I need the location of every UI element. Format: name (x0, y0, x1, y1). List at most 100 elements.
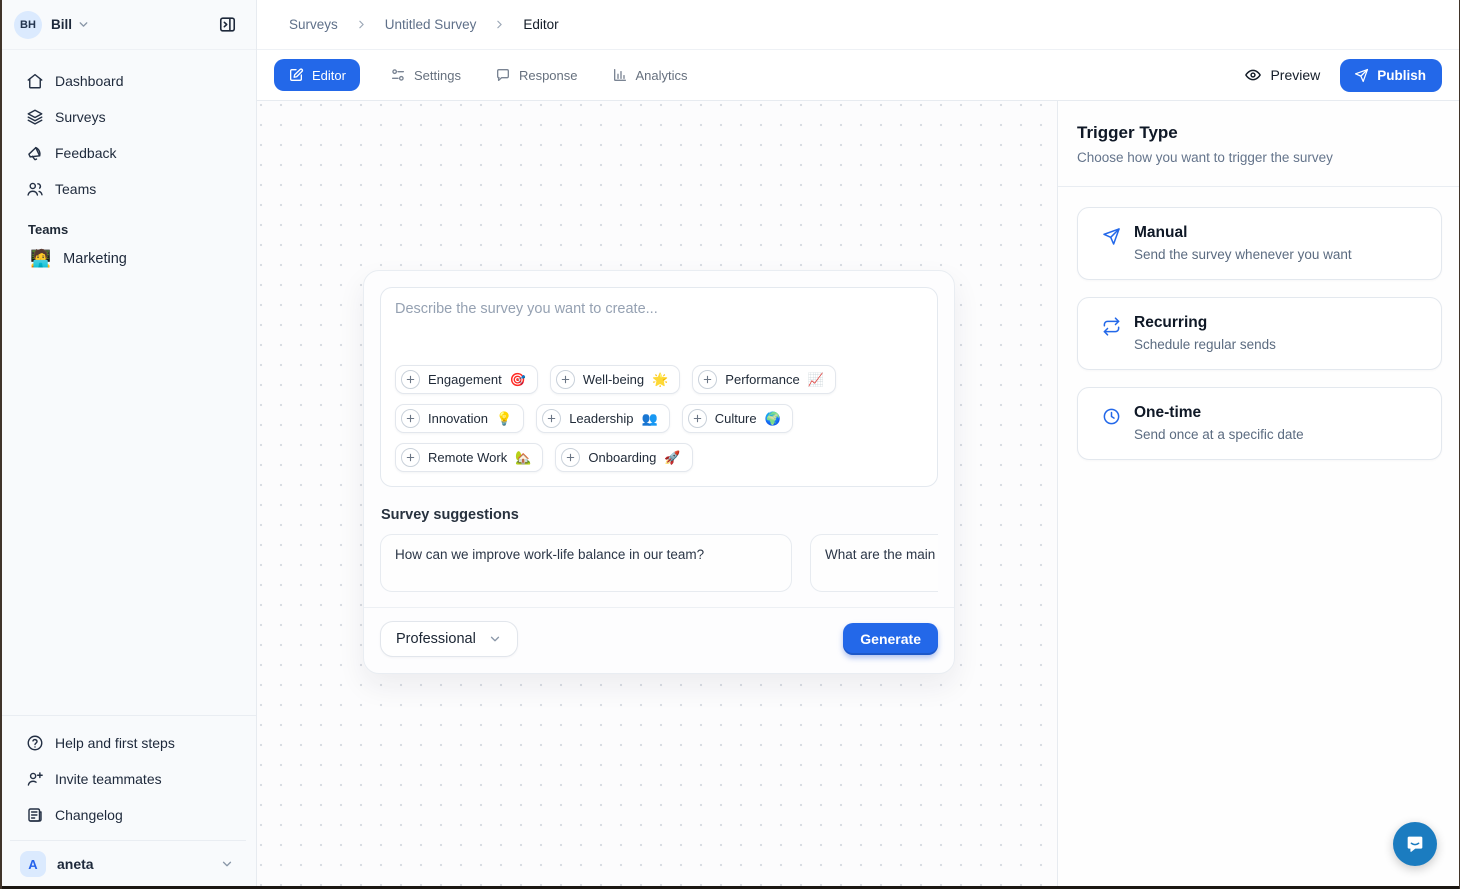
trigger-option-description: Send the survey whenever you want (1134, 247, 1352, 262)
trigger-option-one-time[interactable]: One-time Send once at a specific date (1077, 387, 1442, 460)
plus-circle-icon (401, 370, 420, 389)
tab-analytics[interactable]: Analytics (610, 59, 690, 91)
publish-button[interactable]: Publish (1340, 59, 1442, 92)
topic-chip-culture[interactable]: Culture 🌍 (682, 404, 793, 433)
eye-icon (1244, 66, 1262, 84)
topic-chip-list: Engagement 🎯 Well-being 🌟 Performance 📈 … (381, 365, 937, 486)
chevron-down-icon (77, 18, 90, 31)
sidebar-item-invite[interactable]: Invite teammates (10, 762, 246, 796)
publish-label: Publish (1377, 68, 1426, 83)
topic-chip-innovation[interactable]: Innovation 💡 (395, 404, 524, 433)
trigger-option-title: One-time (1134, 404, 1304, 422)
home-icon (26, 72, 44, 90)
trigger-option-title: Recurring (1134, 314, 1276, 332)
account-menu[interactable]: A aneta (10, 840, 246, 889)
sidebar-collapse-button[interactable] (210, 8, 244, 42)
topic-chip-performance[interactable]: Performance 📈 (692, 365, 836, 394)
editor-canvas[interactable]: Engagement 🎯 Well-being 🌟 Performance 📈 … (257, 101, 1057, 889)
trigger-option-text: Manual Send the survey whenever you want (1134, 224, 1352, 262)
account-name: aneta (57, 856, 94, 872)
trigger-option-description: Send once at a specific date (1134, 427, 1304, 442)
sidebar-item-label: Teams (55, 181, 96, 197)
megaphone-icon (26, 144, 44, 162)
repeat-icon (1102, 317, 1121, 352)
sidebar-item-dashboard[interactable]: Dashboard (10, 64, 246, 98)
panel-collapse-icon (218, 15, 237, 34)
topic-chip-engagement[interactable]: Engagement 🎯 (395, 365, 538, 394)
workspace-switcher[interactable]: BH Bill (0, 0, 256, 50)
users-icon (26, 180, 44, 198)
chevron-down-icon (488, 632, 502, 646)
breadcrumb-surveys[interactable]: Surveys (289, 17, 338, 32)
topic-label: Innovation (428, 411, 488, 426)
user-plus-icon (26, 770, 44, 788)
preview-label: Preview (1270, 67, 1320, 83)
breadcrumb-untitled-survey[interactable]: Untitled Survey (385, 17, 477, 32)
topic-emoji: 🌟 (652, 372, 668, 388)
sidebar-item-changelog[interactable]: Changelog (10, 798, 246, 832)
survey-composer-card: Engagement 🎯 Well-being 🌟 Performance 📈 … (363, 270, 955, 674)
plus-circle-icon (688, 409, 707, 428)
topic-chip-leadership[interactable]: Leadership 👥 (536, 404, 670, 433)
topic-label: Onboarding (588, 450, 656, 465)
send-icon (1354, 68, 1369, 83)
topic-chip-remote-work[interactable]: Remote Work 🏡 (395, 443, 543, 472)
sidebar-footer: Help and first steps Invite teammates Ch… (0, 715, 256, 889)
topic-chip-well-being[interactable]: Well-being 🌟 (550, 365, 680, 394)
sidebar-item-surveys[interactable]: Surveys (10, 100, 246, 134)
tab-response[interactable]: Response (493, 59, 580, 91)
plus-circle-icon (561, 448, 580, 467)
sidebar-item-feedback[interactable]: Feedback (10, 136, 246, 170)
chat-smile-icon (1404, 833, 1426, 855)
sidebar-item-label: Surveys (55, 109, 106, 125)
sidebar-item-label: Help and first steps (55, 735, 175, 751)
breadcrumb: Surveys Untitled Survey Editor (289, 17, 559, 32)
topic-label: Well-being (583, 372, 644, 387)
plus-circle-icon (401, 409, 420, 428)
send-icon (1102, 227, 1121, 262)
editor-toolbar: Editor Settings Response Analytics Previ… (257, 50, 1460, 101)
survey-prompt-input[interactable] (381, 288, 937, 365)
sidebar: BH Bill Dashboard Surveys F (0, 0, 257, 889)
bar-chart-icon (612, 67, 628, 83)
layers-icon (26, 108, 44, 126)
topic-emoji: 🏡 (515, 450, 531, 466)
suggestion-card[interactable]: What are the main ob (810, 534, 938, 592)
chevron-right-icon (493, 18, 506, 31)
trigger-options: Manual Send the survey whenever you want… (1058, 187, 1460, 460)
panel-subtitle: Choose how you want to trigger the surve… (1077, 150, 1440, 165)
chat-bubble-icon (495, 67, 511, 83)
app-header: Surveys Untitled Survey Editor (257, 0, 1460, 50)
clock-icon (1102, 407, 1121, 442)
suggestion-card[interactable]: How can we improve work-life balance in … (380, 534, 792, 592)
changelog-icon (26, 806, 44, 824)
tone-select[interactable]: Professional (380, 621, 518, 657)
generate-button[interactable]: Generate (843, 623, 938, 655)
sidebar-item-label: Invite teammates (55, 771, 162, 787)
chat-launcher-button[interactable] (1393, 822, 1437, 866)
preview-button[interactable]: Preview (1244, 66, 1320, 84)
plus-circle-icon (542, 409, 561, 428)
trigger-option-description: Schedule regular sends (1134, 337, 1276, 352)
topic-chip-onboarding[interactable]: Onboarding 🚀 (555, 443, 692, 472)
tab-settings[interactable]: Settings (388, 59, 463, 91)
breadcrumb-editor: Editor (523, 17, 558, 32)
toolbar-actions: Preview Publish (1244, 59, 1442, 92)
plus-circle-icon (698, 370, 717, 389)
trigger-option-manual[interactable]: Manual Send the survey whenever you want (1077, 207, 1442, 280)
topic-emoji: 💡 (496, 411, 512, 427)
plus-circle-icon (401, 448, 420, 467)
tab-editor[interactable]: Editor (274, 59, 360, 91)
trigger-option-recurring[interactable]: Recurring Schedule regular sends (1077, 297, 1442, 370)
sidebar-item-teams[interactable]: Teams (10, 172, 246, 206)
trigger-panel-header: Trigger Type Choose how you want to trig… (1058, 101, 1460, 187)
sidebar-item-label: Changelog (55, 807, 123, 823)
topic-emoji: 🌍 (765, 411, 781, 427)
sidebar-team-marketing[interactable]: 🧑‍💻 Marketing (10, 243, 246, 274)
sidebar-spacer (0, 274, 256, 715)
composer-footer: Professional Generate (364, 607, 954, 659)
topic-emoji: 📈 (808, 372, 824, 388)
account-avatar: A (20, 851, 46, 877)
sidebar-item-help[interactable]: Help and first steps (10, 726, 246, 760)
workspace-name: Bill (51, 17, 72, 32)
